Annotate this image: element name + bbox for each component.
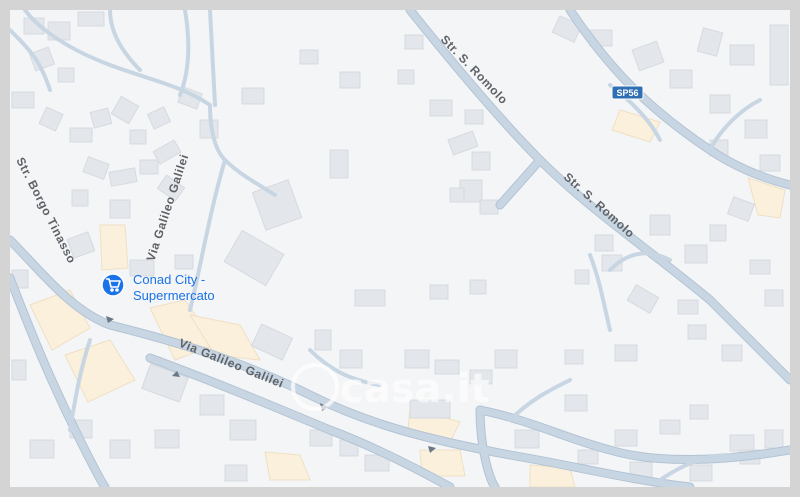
road-label-romolo-upper: Str. S. Romolo: [438, 32, 511, 107]
map-svg: casa.it Str. Borgo Tinasso Via Galileo G…: [10, 10, 790, 487]
poi-name-line1: Conad City -: [133, 272, 205, 287]
poi-conad-city[interactable]: Conad City - Supermercato: [101, 272, 215, 303]
watermark-text: casa.it: [340, 366, 490, 412]
poi-marker[interactable]: [101, 273, 125, 297]
map-frame: casa.it Str. Borgo Tinasso Via Galileo G…: [0, 0, 800, 497]
route-shield-label: SP56: [616, 88, 638, 98]
poi-name-line2: Supermercato: [133, 288, 215, 303]
route-shield-sp56: SP56: [611, 85, 644, 100]
road-label-romolo-lower: Str. S. Romolo: [561, 170, 638, 241]
map-canvas[interactable]: casa.it Str. Borgo Tinasso Via Galileo G…: [10, 10, 790, 487]
